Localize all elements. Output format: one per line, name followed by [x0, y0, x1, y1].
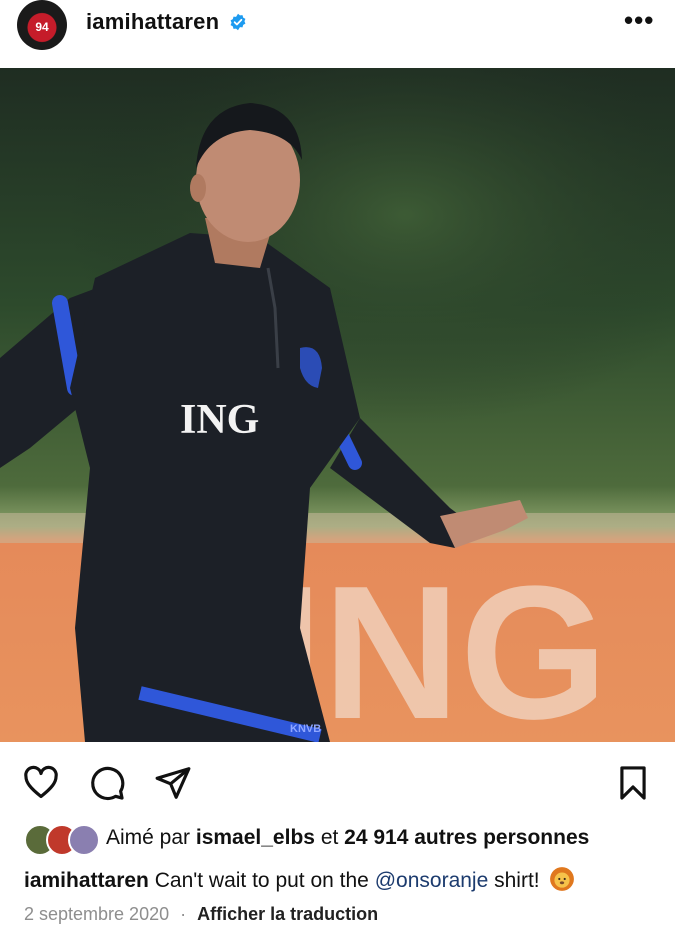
share-icon[interactable]: [154, 764, 192, 802]
more-options-icon[interactable]: •••: [624, 7, 653, 33]
likes-count[interactable]: 24 914 autres personnes: [344, 826, 589, 849]
likes-connector: et: [320, 826, 339, 849]
liker-username[interactable]: ismael_elbs: [196, 826, 315, 849]
caption-text-before: Can't wait to put on the: [154, 869, 369, 892]
likes-row[interactable]: Aimé par ismael_elbs et 24 914 autres pe…: [0, 824, 675, 856]
photo-illustration: ING KNVB ING: [0, 68, 675, 742]
like-heart-icon[interactable]: [22, 764, 60, 802]
post-meta: 2 septembre 2020 · Afficher la traductio…: [24, 904, 378, 925]
profile-avatar[interactable]: 94: [17, 0, 67, 50]
likes-text[interactable]: Aimé par ismael_elbs et 24 914 autres pe…: [106, 826, 589, 850]
post-date: 2 septembre 2020: [24, 904, 170, 924]
avatar-number: 94: [35, 20, 49, 34]
likes-prefix: Aimé par: [106, 826, 191, 849]
post-caption: iamihattaren Can't wait to put on the @o…: [24, 866, 575, 893]
meta-separator: ·: [180, 904, 187, 924]
lion-emoji-icon: [550, 867, 575, 891]
caption-username[interactable]: iamihattaren: [24, 869, 149, 892]
jersey-text: ING: [180, 397, 259, 443]
post-username[interactable]: iamihattaren: [86, 9, 219, 35]
shorts-text: KNVB: [290, 723, 321, 735]
caption-mention[interactable]: @onsoranje: [375, 869, 489, 892]
post-actions: [0, 742, 675, 822]
caption-text-after: shirt!: [494, 869, 540, 892]
post-header: 94 iamihattaren •••: [0, 0, 675, 68]
save-bookmark-icon[interactable]: [614, 764, 652, 802]
translate-link[interactable]: Afficher la traduction: [197, 904, 378, 924]
verified-badge-icon: [230, 13, 246, 31]
liker-avatar: [68, 824, 100, 856]
comment-icon[interactable]: [88, 764, 126, 802]
post-photo[interactable]: ING KNVB ING: [0, 68, 675, 742]
